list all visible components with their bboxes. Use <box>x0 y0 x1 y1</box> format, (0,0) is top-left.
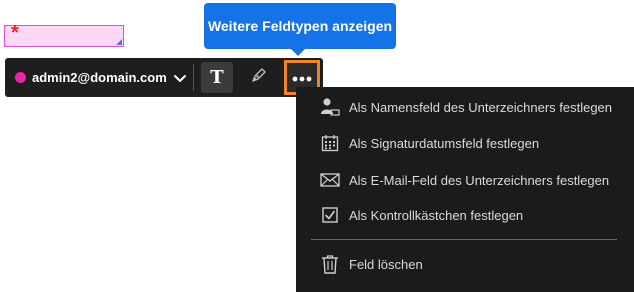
trash-icon <box>320 254 340 274</box>
menu-item-label: Feld löschen <box>349 256 423 272</box>
menu-item-checkbox-field[interactable]: Als Kontrollkästchen festlegen <box>296 199 634 231</box>
menu-divider <box>311 239 617 240</box>
menu-item-label: Als Namensfeld des Unterzeichners festle… <box>349 99 613 115</box>
recipient-color-dot <box>15 72 26 83</box>
pen-icon <box>250 66 268 89</box>
checkbox-icon <box>320 205 340 225</box>
menu-item-label: Als Kontrollkästchen festlegen <box>349 207 524 223</box>
envelope-icon <box>320 170 340 190</box>
toolbar-divider <box>193 64 194 91</box>
menu-item-delete-field[interactable]: Feld löschen <box>296 248 634 280</box>
recipient-label: admin2@domain.com <box>32 70 167 85</box>
tooltip-text: Weitere Feldtypen anzeigen <box>207 18 393 34</box>
resize-handle[interactable] <box>116 39 122 45</box>
menu-item-label: Als E-Mail-Feld des Unterzeichners festl… <box>349 172 610 188</box>
calendar-icon <box>320 133 340 153</box>
field-type-menu: Als Namensfeld des Unterzeichners festle… <box>296 87 634 292</box>
required-marker: * <box>11 22 19 44</box>
text-field-button[interactable]: T <box>201 62 233 93</box>
menu-item-date-field[interactable]: Als Signaturdatumsfeld festlegen <box>296 127 634 159</box>
person-name-icon <box>320 97 340 117</box>
chevron-down-icon[interactable] <box>173 71 187 85</box>
signature-field-button[interactable] <box>243 62 275 93</box>
field-toolbar: admin2@domain.com T <box>5 58 323 97</box>
menu-item-label: Als Signaturdatumsfeld festlegen <box>349 135 540 151</box>
tooltip: Weitere Feldtypen anzeigen <box>204 3 396 49</box>
recipient-selector[interactable]: admin2@domain.com <box>15 58 167 97</box>
more-icon <box>292 69 312 87</box>
menu-item-name-field[interactable]: Als Namensfeld des Unterzeichners festle… <box>296 91 634 123</box>
form-field[interactable]: * <box>4 22 124 47</box>
tooltip-pointer <box>290 48 306 56</box>
menu-item-email-field[interactable]: Als E-Mail-Feld des Unterzeichners festl… <box>296 164 634 196</box>
text-field-icon: T <box>210 67 224 88</box>
